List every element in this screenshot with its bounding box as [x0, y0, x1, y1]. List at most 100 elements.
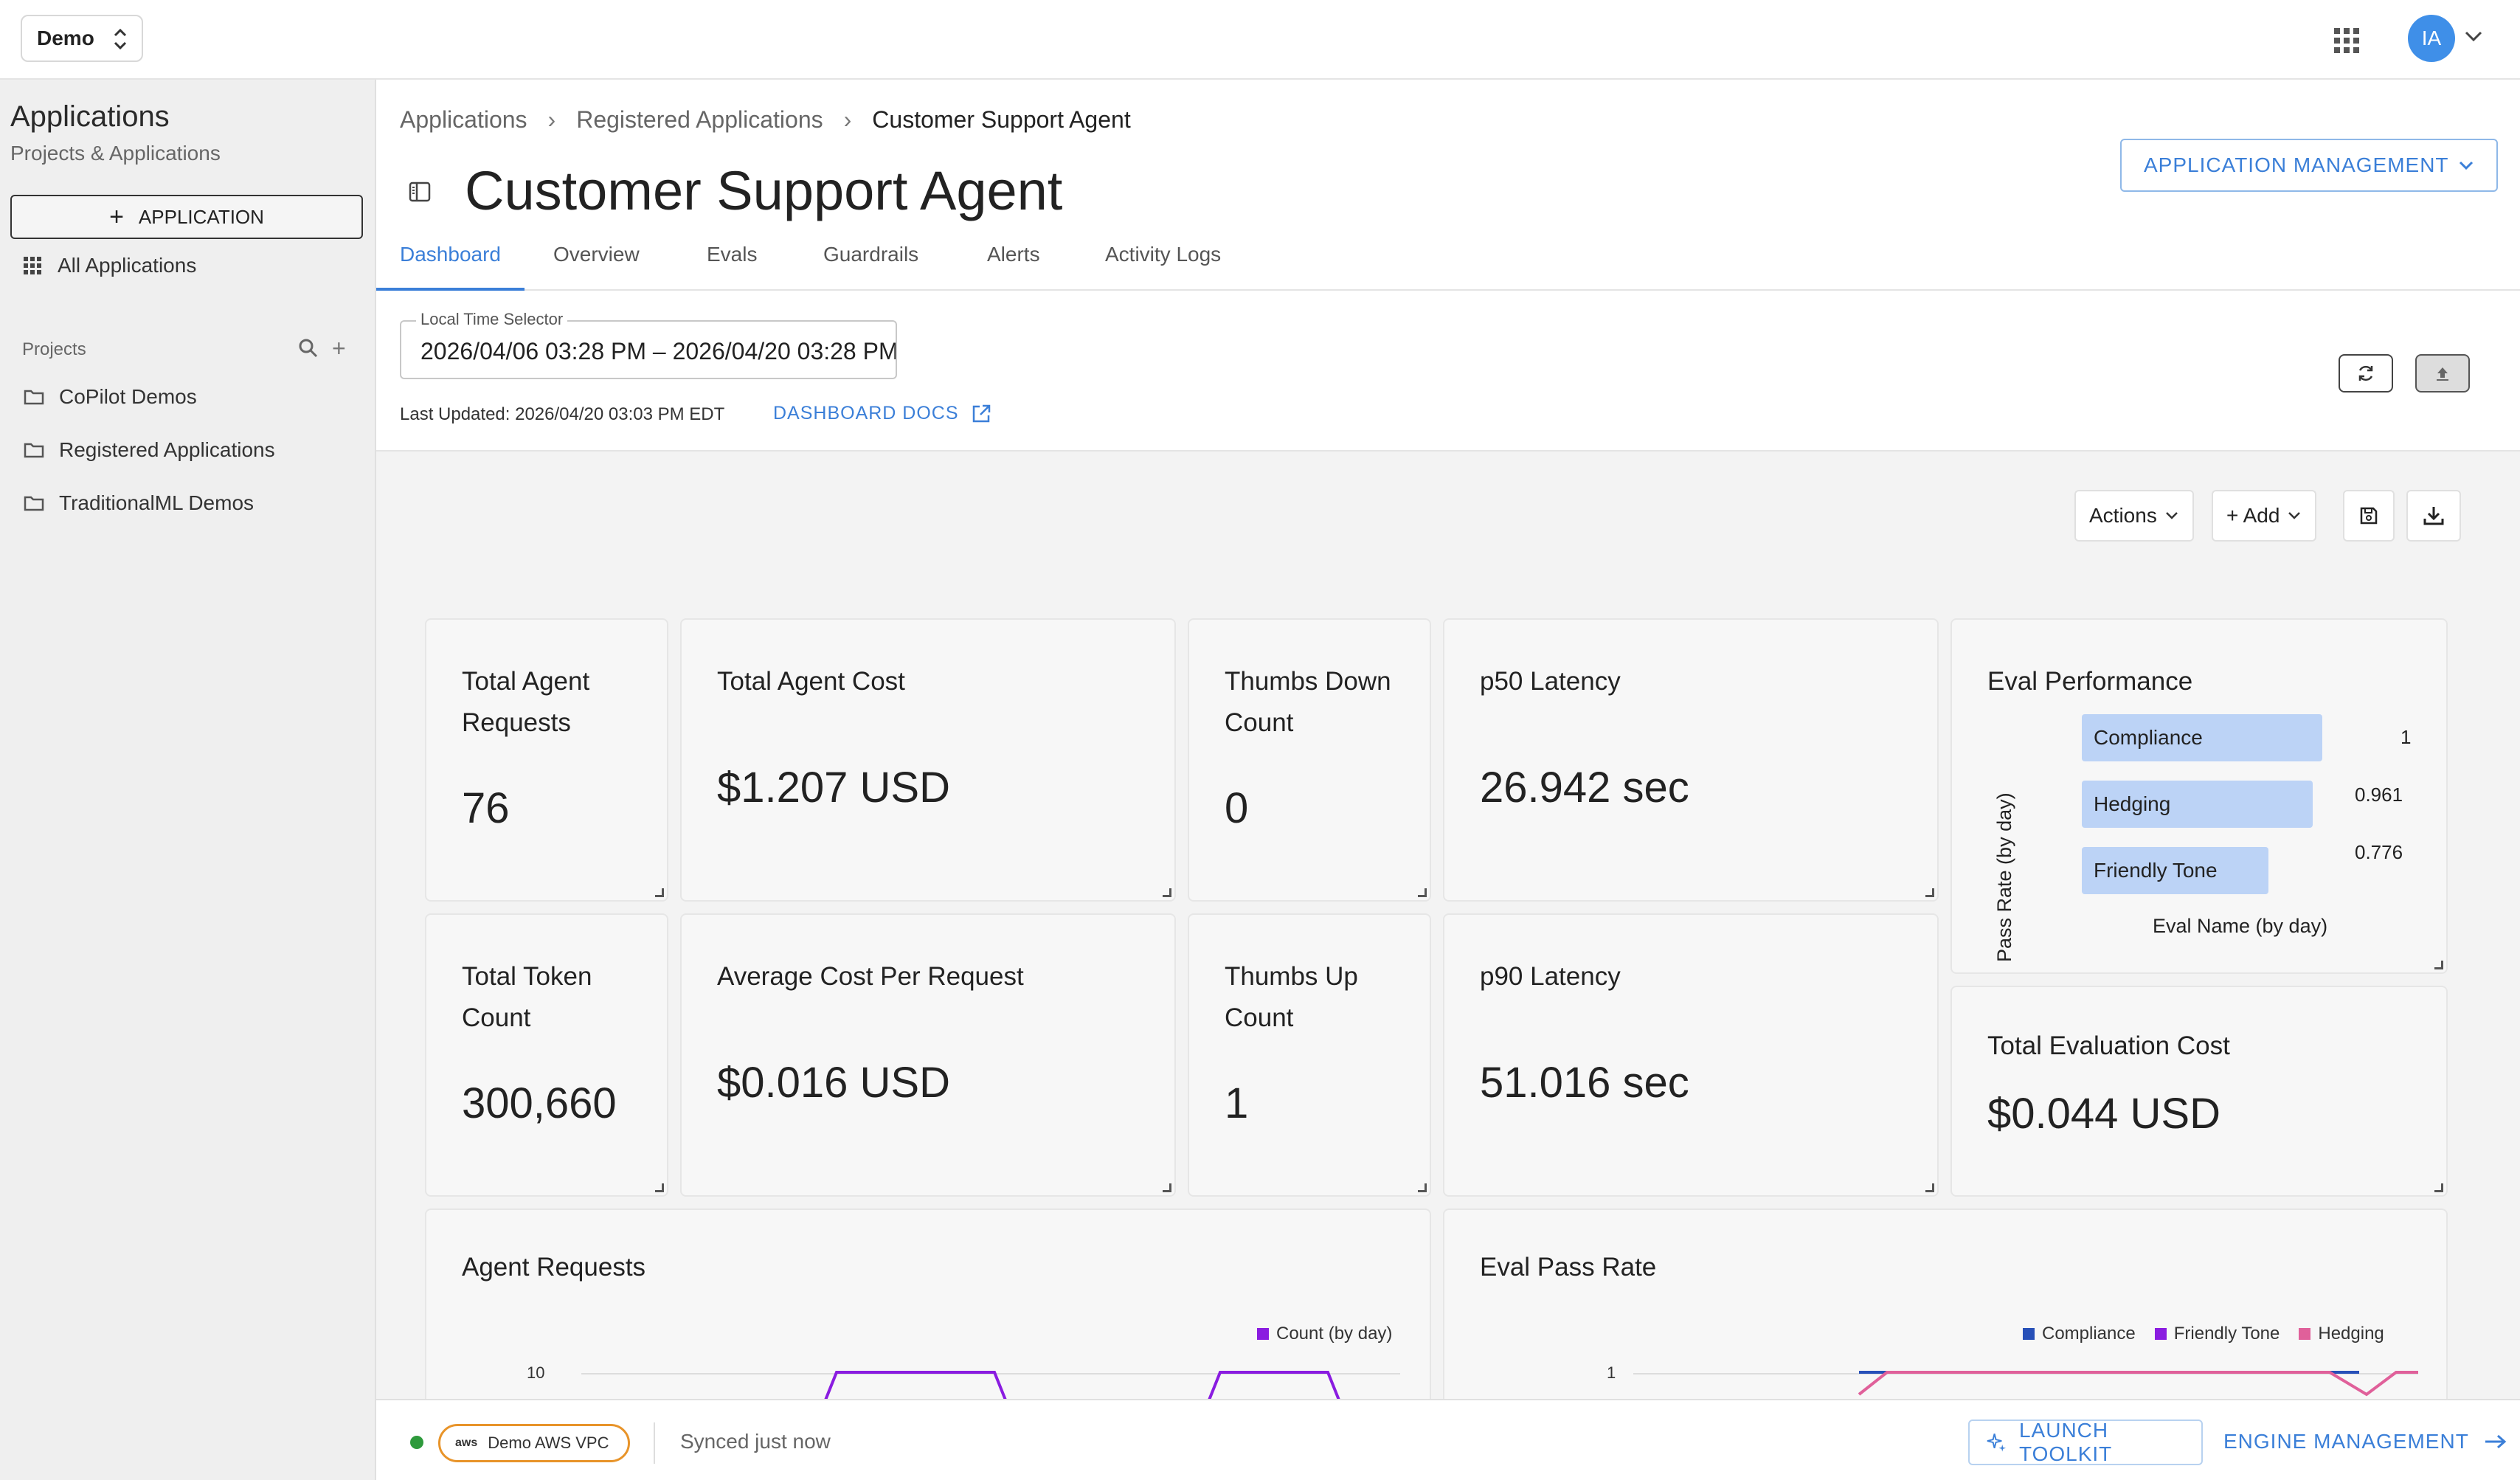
engine-management-link[interactable]: ENGINE MANAGEMENT — [2223, 1430, 2507, 1453]
eval-pass-rate-plot — [1633, 1371, 2418, 1397]
grid-icon — [24, 257, 41, 274]
metric-card-thumbs-up[interactable]: Thumbs Up Count 1 — [1188, 913, 1431, 1197]
status-footer: aws Demo AWS VPC Synced just now LAUNCH … — [376, 1399, 2520, 1480]
add-application-label: APPLICATION — [138, 205, 264, 228]
agent-requests-chart-card[interactable]: Agent Requests Count (by day) 10 — [425, 1208, 1431, 1430]
metric-title: Total Evaluation Cost — [1987, 1031, 2230, 1060]
sparkle-icon — [1987, 1434, 2007, 1452]
application-management-button[interactable]: APPLICATION MANAGEMENT — [2120, 139, 2498, 192]
resize-handle[interactable] — [1163, 1183, 1171, 1192]
resize-handle[interactable] — [1163, 888, 1171, 897]
metric-title: Thumbs Down Count — [1225, 667, 1391, 737]
eval-bar[interactable]: Hedging — [2082, 781, 2313, 828]
sidebar-item-traditionalml-demos[interactable]: TraditionalML Demos — [24, 491, 254, 515]
main-content: Applications › Registered Applications ›… — [376, 80, 2520, 1480]
metric-value: 0 — [1225, 784, 1249, 832]
apps-grid-icon[interactable] — [2334, 28, 2359, 53]
tab-evals[interactable]: Evals — [707, 221, 757, 291]
projects-heading: Projects — [22, 339, 86, 359]
actions-button[interactable]: Actions — [2074, 490, 2194, 542]
search-icon[interactable] — [298, 338, 319, 359]
workspace-select[interactable]: Demo — [21, 15, 143, 62]
eval-bar-value: 0.776 — [2355, 841, 2403, 863]
sidebar-title: Applications — [10, 100, 170, 133]
metric-card-total-token-count[interactable]: Total Token Count 300,660 — [425, 913, 668, 1197]
tab-alerts[interactable]: Alerts — [987, 221, 1040, 291]
save-button[interactable] — [2343, 490, 2395, 542]
launch-toolkit-button[interactable]: LAUNCH TOOLKIT — [1968, 1419, 2203, 1465]
metric-card-average-cost-per-request[interactable]: Average Cost Per Request $0.016 USD — [680, 913, 1176, 1197]
sidebar-item-copilot-demos[interactable]: CoPilot Demos — [24, 385, 197, 409]
folder-icon — [24, 390, 44, 405]
arrow-right-icon — [2485, 1434, 2507, 1449]
eval-bar[interactable]: Compliance — [2082, 714, 2322, 761]
chevron-down-icon — [2459, 161, 2474, 170]
eval-pass-rate-chart-card[interactable]: Eval Pass Rate Compliance Friendly Tone … — [1443, 1208, 2448, 1430]
metric-card-total-agent-cost[interactable]: Total Agent Cost $1.207 USD — [680, 618, 1176, 902]
upload-button[interactable] — [2415, 354, 2470, 393]
metric-card-thumbs-down[interactable]: Thumbs Down Count 0 — [1188, 618, 1431, 902]
refresh-button[interactable] — [2339, 354, 2393, 393]
resize-handle[interactable] — [655, 1183, 664, 1192]
metric-card-p90-latency[interactable]: p90 Latency 51.016 sec — [1443, 913, 1939, 1197]
vpc-chip[interactable]: aws Demo AWS VPC — [438, 1424, 630, 1462]
avatar[interactable]: IA — [2408, 15, 2455, 62]
add-widget-label: + Add — [2226, 504, 2280, 527]
chevron-down-icon[interactable] — [2464, 30, 2483, 43]
dashboard-docs-label: DASHBOARD DOCS — [773, 403, 959, 423]
eval-performance-card[interactable]: Eval Performance Pass Rate (by day) Comp… — [1950, 618, 2448, 974]
vpc-label: Demo AWS VPC — [488, 1434, 609, 1452]
resize-handle[interactable] — [1925, 888, 1934, 897]
resize-handle[interactable] — [1418, 1183, 1427, 1192]
tab-overview[interactable]: Overview — [553, 221, 640, 291]
metric-value: 300,660 — [462, 1079, 617, 1127]
x-axis-label: Eval Name (by day) — [2153, 915, 2328, 937]
refresh-icon — [2358, 365, 2373, 381]
breadcrumb-current: Customer Support Agent — [872, 106, 1131, 133]
actions-label: Actions — [2089, 504, 2157, 527]
dashboard-canvas: Actions + Add Total Agent Requests 76 To… — [376, 450, 2520, 1430]
tab-activity-logs[interactable]: Activity Logs — [1105, 221, 1221, 291]
resize-handle[interactable] — [2434, 1183, 2443, 1192]
status-dot — [410, 1436, 423, 1449]
plus-icon: + — [109, 202, 124, 231]
tab-dashboard[interactable]: Dashboard — [376, 221, 525, 291]
chevron-down-icon — [2165, 512, 2178, 519]
metric-card-total-evaluation-cost[interactable]: Total Evaluation Cost $0.044 USD — [1950, 986, 2448, 1197]
external-link-icon — [972, 404, 990, 422]
metric-title: Thumbs Up Count — [1225, 962, 1358, 1032]
download-button[interactable] — [2406, 490, 2461, 542]
resize-handle[interactable] — [655, 888, 664, 897]
sidebar-item-registered-applications[interactable]: Registered Applications — [24, 438, 275, 462]
metric-card-p50-latency[interactable]: p50 Latency 26.942 sec — [1443, 618, 1939, 902]
chevron-right-icon: › — [843, 106, 852, 133]
launch-toolkit-label: LAUNCH TOOLKIT — [2018, 1419, 2113, 1465]
metric-value: $0.016 USD — [717, 1059, 950, 1107]
metric-title: Total Agent Requests — [462, 667, 590, 737]
add-application-button[interactable]: + APPLICATION — [10, 195, 363, 239]
metric-title: p50 Latency — [1480, 667, 1621, 696]
resize-handle[interactable] — [2434, 961, 2443, 969]
folder-icon — [24, 443, 44, 458]
resize-handle[interactable] — [1418, 888, 1427, 897]
sidebar-toggle-icon[interactable] — [409, 181, 431, 202]
sidebar-item-label: Registered Applications — [59, 438, 275, 461]
breadcrumb-registered-applications[interactable]: Registered Applications — [576, 106, 823, 134]
add-project-icon[interactable]: + — [332, 335, 346, 362]
breadcrumb: Applications › Registered Applications ›… — [400, 106, 1131, 134]
metric-title: Average Cost Per Request — [717, 962, 1024, 991]
tab-guardrails[interactable]: Guardrails — [823, 221, 918, 291]
sidebar-item-all-applications[interactable]: All Applications — [24, 254, 196, 277]
sidebar: Applications Projects & Applications + A… — [0, 80, 376, 1480]
time-selector-input[interactable]: 2026/04/06 03:28 PM – 2026/04/20 03:28 P… — [400, 320, 897, 379]
metric-card-total-agent-requests[interactable]: Total Agent Requests 76 — [425, 618, 668, 902]
sidebar-subtitle: Projects & Applications — [10, 142, 221, 165]
tab-bar: Dashboard Overview Evals Guardrails Aler… — [376, 221, 2520, 291]
series-line-hedging — [1858, 1371, 2418, 1397]
resize-handle[interactable] — [1925, 1183, 1934, 1192]
add-widget-button[interactable]: + Add — [2212, 490, 2317, 542]
series-line — [823, 1371, 1008, 1403]
dashboard-docs-link[interactable]: DASHBOARD DOCS — [773, 403, 991, 424]
eval-bar[interactable]: Friendly Tone — [2082, 847, 2268, 894]
breadcrumb-applications[interactable]: Applications — [400, 106, 527, 134]
